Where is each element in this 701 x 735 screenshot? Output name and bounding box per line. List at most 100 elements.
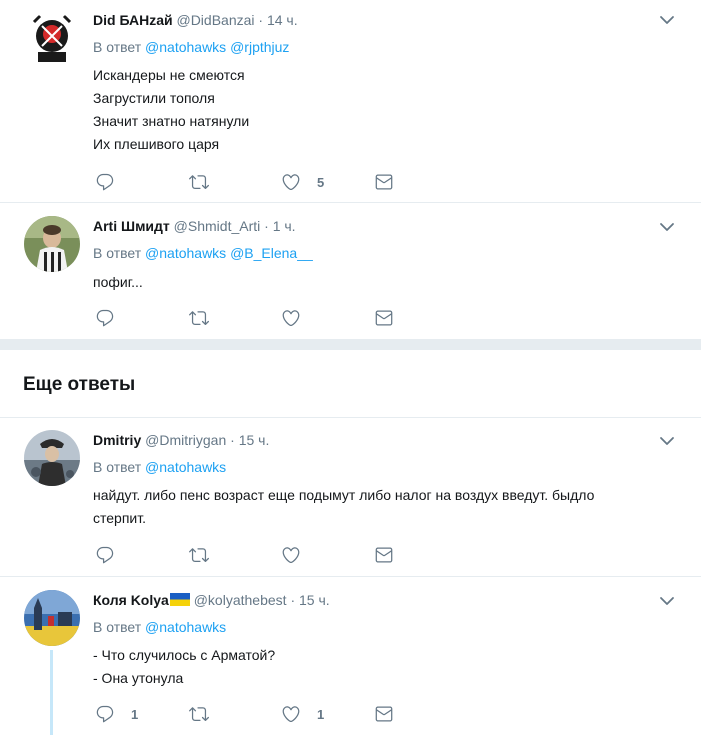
tweet-actions: 5	[93, 172, 513, 192]
retweet-button[interactable]	[189, 172, 225, 192]
separator: ·	[290, 592, 296, 608]
reply-icon	[95, 704, 115, 724]
separator: ·	[264, 218, 269, 234]
tweet-actions	[93, 545, 513, 565]
tweet-text-line: - Она утонула	[93, 670, 184, 686]
tweet[interactable]: Коля Kolya @kolyathebest · 15 ч. В ответ…	[0, 577, 701, 735]
fullname[interactable]: Did БАНzай	[93, 12, 173, 28]
like-button[interactable]: 1	[281, 704, 324, 724]
timestamp[interactable]: 14 ч.	[267, 12, 298, 28]
envelope-icon	[374, 308, 394, 328]
chevron-down-icon[interactable]	[659, 12, 675, 28]
avatar[interactable]	[24, 216, 80, 272]
envelope-icon	[374, 704, 394, 724]
reply-context: В ответ @natohawks @rjpthjuz	[93, 38, 289, 56]
handle[interactable]: @Dmitriygan	[145, 432, 226, 448]
reply-button[interactable]	[95, 308, 131, 328]
tweet[interactable]: Arti Шмидт @Shmidt_Arti · 1 ч. В ответ @…	[0, 203, 701, 339]
tweet-text-line: Значит знатно натянули	[93, 113, 250, 129]
reply-button[interactable]: 1	[95, 704, 138, 724]
tweet-header: Коля Kolya @kolyathebest · 15 ч.	[93, 591, 330, 609]
reply-button[interactable]	[95, 172, 131, 192]
direct-message-button[interactable]	[374, 308, 394, 328]
more-replies-heading: Еще ответы	[23, 374, 136, 395]
tweet-text-line: Загрустили тополя	[93, 90, 215, 106]
timestamp[interactable]: 1 ч.	[273, 218, 296, 234]
reply-icon	[95, 172, 115, 192]
tweet-header: Did БАНzай @DidBanzai · 14 ч.	[93, 11, 298, 29]
tweet[interactable]: Did БАНzай @DidBanzai · 14 ч. В ответ @n…	[0, 0, 701, 203]
retweet-button[interactable]	[189, 308, 225, 328]
retweet-button[interactable]	[189, 545, 225, 565]
tweet-header: Dmitriy @Dmitriygan · 15 ч.	[93, 431, 269, 449]
mention-link[interactable]: @natohawks	[145, 459, 226, 475]
tweet-text: найдут. либо пенс возраст еще подымут ли…	[93, 484, 681, 530]
handle[interactable]: @DidBanzai	[176, 12, 254, 28]
fullname[interactable]: Arti Шмидт	[93, 218, 170, 234]
reply-button[interactable]	[95, 545, 131, 565]
direct-message-button[interactable]	[374, 545, 394, 565]
mention-link[interactable]: @natohawks	[145, 39, 226, 55]
tweet-text-line: пофиг...	[93, 274, 143, 290]
reply-icon	[95, 308, 115, 328]
timestamp[interactable]: 15 ч.	[239, 432, 270, 448]
handle[interactable]: @kolyathebest	[194, 592, 287, 608]
timestamp[interactable]: 15 ч.	[299, 592, 330, 608]
tweet-text: Искандеры не смеются Загрустили тополя З…	[93, 64, 681, 156]
envelope-icon	[374, 172, 394, 192]
retweet-icon	[189, 172, 209, 192]
reply-prefix: В ответ	[93, 39, 142, 55]
separator: ·	[230, 432, 235, 448]
chevron-down-icon[interactable]	[659, 593, 675, 609]
reply-context: В ответ @natohawks	[93, 458, 226, 476]
tweet-header: Arti Шмидт @Shmidt_Arti · 1 ч.	[93, 217, 296, 235]
avatar[interactable]	[24, 430, 80, 486]
tweet-text: - Что случилось с Арматой? - Она утонула	[93, 644, 681, 690]
heart-icon	[281, 545, 301, 565]
chevron-down-icon[interactable]	[659, 219, 675, 235]
direct-message-button[interactable]	[374, 172, 394, 192]
retweet-icon	[189, 545, 209, 565]
reply-icon	[95, 545, 115, 565]
mention-link[interactable]: @natohawks	[145, 619, 226, 635]
retweet-icon	[189, 308, 209, 328]
ukraine-flag-icon	[169, 593, 190, 606]
chevron-down-icon[interactable]	[659, 433, 675, 449]
mention-link[interactable]: @rjpthjuz	[230, 39, 289, 55]
avatar[interactable]	[24, 590, 80, 646]
section-divider	[0, 339, 701, 350]
like-button[interactable]: 5	[281, 172, 324, 192]
tweet-actions: 1 1	[93, 704, 513, 724]
reply-prefix: В ответ	[93, 619, 142, 635]
tweet-text-line: - Что случилось с Арматой?	[93, 647, 276, 663]
like-count: 1	[317, 706, 325, 722]
mention-link[interactable]: @B_Elena__	[230, 245, 313, 261]
like-count: 5	[317, 174, 325, 190]
retweet-icon	[189, 704, 209, 724]
reply-context: В ответ @natohawks @B_Elena__	[93, 244, 313, 262]
heart-icon	[281, 308, 301, 328]
retweet-button[interactable]	[189, 704, 225, 724]
reply-count: 1	[131, 706, 139, 722]
heart-icon	[281, 172, 301, 192]
tweet-text-line: Искандеры не смеются	[93, 67, 245, 83]
heart-icon	[281, 704, 301, 724]
tweet-text: пофиг...	[93, 271, 681, 294]
tweet-text-line: найдут. либо пенс возраст еще подымут ли…	[93, 487, 595, 503]
direct-message-button[interactable]	[374, 704, 394, 724]
fullname[interactable]: Коля Kolya	[93, 592, 169, 608]
reply-prefix: В ответ	[93, 459, 142, 475]
tweet-actions	[93, 308, 513, 328]
envelope-icon	[374, 545, 394, 565]
tweet-text-line: Их плешивого царя	[93, 136, 220, 152]
handle[interactable]: @Shmidt_Arti	[174, 218, 261, 234]
tweet[interactable]: Dmitriy @Dmitriygan · 15 ч. В ответ @nat…	[0, 418, 701, 577]
avatar[interactable]	[24, 12, 80, 68]
mention-link[interactable]: @natohawks	[145, 245, 226, 261]
like-button[interactable]	[281, 308, 317, 328]
reply-context: В ответ @natohawks	[93, 618, 226, 636]
fullname[interactable]: Dmitriy	[93, 432, 141, 448]
thread-connector	[50, 650, 53, 735]
like-button[interactable]	[281, 545, 317, 565]
reply-prefix: В ответ	[93, 245, 142, 261]
